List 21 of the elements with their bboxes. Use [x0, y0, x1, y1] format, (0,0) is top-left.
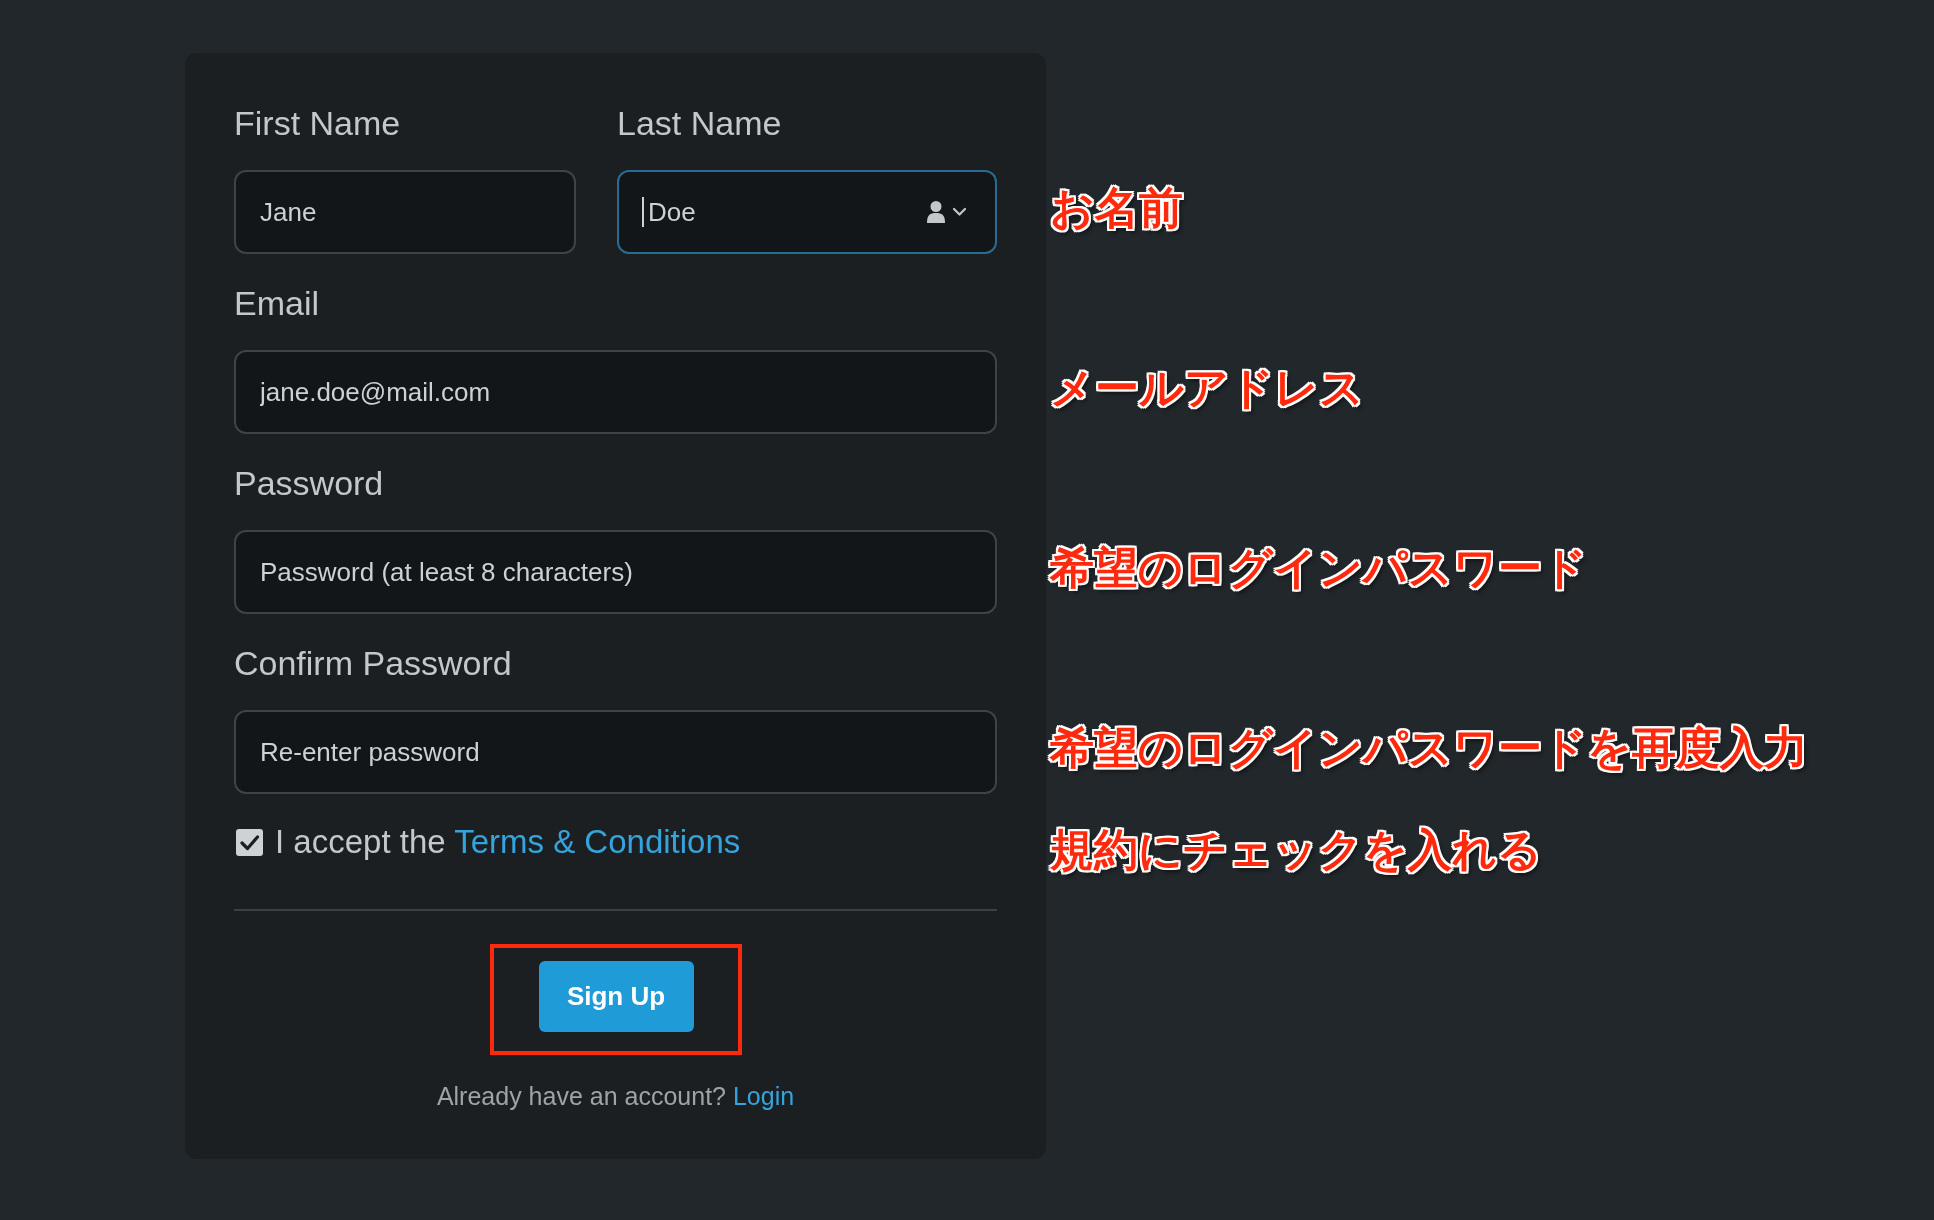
text-cursor-icon [642, 197, 644, 227]
annotation-text: メールアドレス [1050, 362, 1364, 414]
terms-link[interactable]: Terms & Conditions [454, 823, 741, 860]
annotation-text: 規約にチェックを入れる [1050, 824, 1542, 876]
annotation-text: 希望のログインパスワード [1050, 542, 1587, 594]
login-prompt: Already have an account? Login [436, 1081, 795, 1111]
input-field[interactable]: jane.doe@mail.com [234, 350, 997, 434]
input-field[interactable]: Doe [617, 170, 997, 254]
field-label: Confirm Password [234, 643, 512, 684]
input-field[interactable]: Re-enter password [234, 710, 997, 794]
login-link[interactable]: Login [732, 1082, 795, 1110]
input-field[interactable]: Password (at least 8 characters) [234, 530, 997, 614]
terms-text: I accept the Terms & Conditions [275, 822, 741, 862]
field-label: Password [234, 463, 384, 504]
field-label: Last Name [617, 103, 782, 144]
field-label: First Name [234, 103, 401, 144]
input-field[interactable]: Jane [234, 170, 576, 254]
field-label: Email [234, 283, 320, 324]
checkbox[interactable] [236, 828, 263, 856]
annotation-text: 希望のログインパスワードを再度入力 [1050, 722, 1808, 774]
annotation-text: お名前 [1050, 182, 1183, 234]
